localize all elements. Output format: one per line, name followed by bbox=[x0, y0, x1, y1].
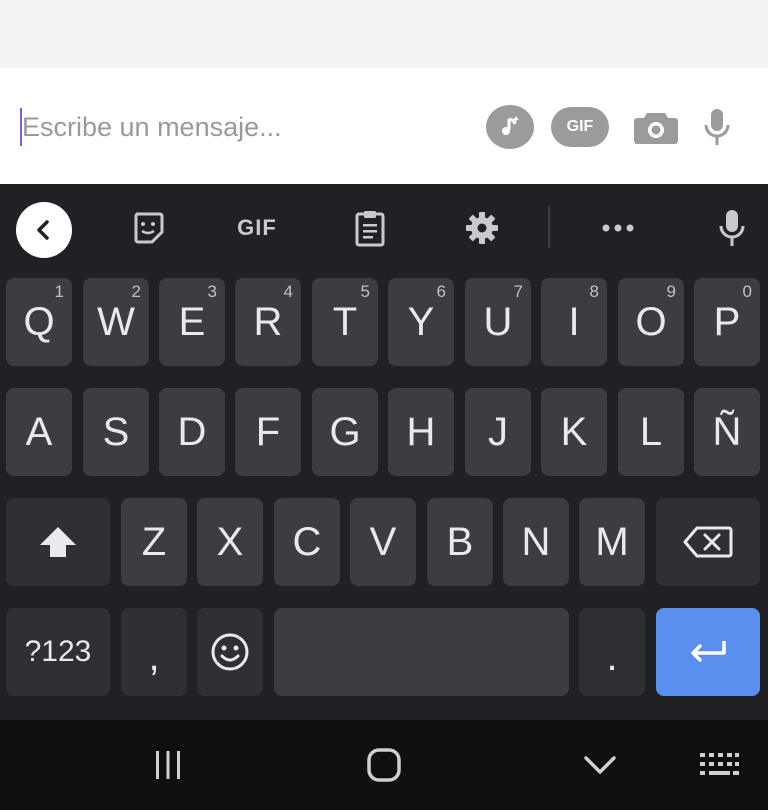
toolbar-divider bbox=[548, 206, 550, 248]
gif-button[interactable]: GIF bbox=[551, 107, 609, 147]
smiley-icon bbox=[211, 633, 249, 671]
key-hint: 0 bbox=[742, 282, 752, 301]
key-hint: 3 bbox=[207, 282, 217, 301]
backspace-key[interactable] bbox=[656, 498, 760, 586]
keyboard: GIF Q1 W2 E3 R4 T5 Y6 U7 I8 O9 P0 A S D … bbox=[0, 184, 768, 720]
key-q[interactable]: Q1 bbox=[6, 278, 72, 366]
key-hint: 8 bbox=[589, 282, 599, 301]
clipboard-icon[interactable] bbox=[350, 202, 390, 254]
comma-key[interactable]: , bbox=[121, 608, 187, 696]
enter-icon bbox=[691, 641, 726, 662]
backspace-icon bbox=[683, 526, 733, 558]
microphone-icon[interactable] bbox=[702, 105, 732, 149]
key-f[interactable]: F bbox=[235, 388, 301, 476]
key-o[interactable]: O9 bbox=[618, 278, 684, 366]
key-a[interactable]: A bbox=[6, 388, 72, 476]
recent-apps-icon[interactable] bbox=[146, 744, 190, 786]
gear-icon[interactable] bbox=[462, 202, 502, 254]
gif-tab[interactable]: GIF bbox=[228, 202, 286, 254]
music-icon[interactable] bbox=[486, 105, 534, 149]
key-label: W bbox=[97, 299, 135, 344]
key-j[interactable]: J bbox=[465, 388, 531, 476]
enter-key[interactable] bbox=[656, 608, 760, 696]
key-n-tilde[interactable]: Ñ bbox=[694, 388, 760, 476]
space-key[interactable] bbox=[274, 608, 569, 696]
shift-icon bbox=[40, 527, 76, 557]
key-w[interactable]: W2 bbox=[83, 278, 149, 366]
key-g[interactable]: G bbox=[312, 388, 378, 476]
message-input[interactable]: Escribe un mensaje... bbox=[22, 110, 282, 144]
emoji-key[interactable] bbox=[197, 608, 263, 696]
key-x[interactable]: X bbox=[197, 498, 263, 586]
key-u[interactable]: U7 bbox=[465, 278, 531, 366]
key-b[interactable]: B bbox=[427, 498, 493, 586]
key-label: Y bbox=[407, 299, 435, 344]
shift-key[interactable] bbox=[6, 498, 110, 586]
key-label: P bbox=[713, 299, 741, 344]
key-hint: 6 bbox=[436, 282, 446, 301]
system-navigation-bar bbox=[0, 720, 768, 810]
key-hint: 9 bbox=[666, 282, 676, 301]
home-icon[interactable] bbox=[362, 744, 406, 786]
camera-icon[interactable] bbox=[632, 105, 680, 149]
microphone-icon[interactable] bbox=[712, 202, 752, 254]
key-z[interactable]: Z bbox=[121, 498, 187, 586]
key-t[interactable]: T5 bbox=[312, 278, 378, 366]
back-chevron-icon[interactable] bbox=[578, 744, 622, 786]
key-l[interactable]: L bbox=[618, 388, 684, 476]
key-y[interactable]: Y6 bbox=[388, 278, 454, 366]
keyboard-toolbar: GIF bbox=[0, 184, 768, 272]
key-label: Q bbox=[23, 299, 55, 344]
symbols-key[interactable]: ?123 bbox=[6, 608, 110, 696]
key-label: U bbox=[483, 299, 513, 344]
key-s[interactable]: S bbox=[83, 388, 149, 476]
key-hint: 7 bbox=[513, 282, 523, 301]
sticker-icon[interactable] bbox=[126, 202, 170, 254]
key-n[interactable]: N bbox=[503, 498, 569, 586]
key-c[interactable]: C bbox=[274, 498, 340, 586]
key-v[interactable]: V bbox=[350, 498, 416, 586]
key-i[interactable]: I8 bbox=[541, 278, 607, 366]
chevron-left-icon[interactable] bbox=[16, 202, 72, 258]
key-p[interactable]: P0 bbox=[694, 278, 760, 366]
key-d[interactable]: D bbox=[159, 388, 225, 476]
key-h[interactable]: H bbox=[388, 388, 454, 476]
keyboard-icon[interactable] bbox=[696, 744, 742, 786]
key-hint: 5 bbox=[360, 282, 370, 301]
key-hint: 2 bbox=[131, 282, 141, 301]
key-r[interactable]: R4 bbox=[235, 278, 301, 366]
key-m[interactable]: M bbox=[579, 498, 645, 586]
key-label: E bbox=[178, 299, 206, 344]
key-label: I bbox=[568, 299, 580, 344]
key-e[interactable]: E3 bbox=[159, 278, 225, 366]
key-hint: 4 bbox=[283, 282, 293, 301]
key-k[interactable]: K bbox=[541, 388, 607, 476]
message-composer: Escribe un mensaje... GIF bbox=[0, 68, 768, 184]
key-hint: 1 bbox=[54, 282, 64, 301]
app-top-area bbox=[0, 0, 768, 68]
more-horizontal-icon[interactable] bbox=[596, 202, 640, 254]
period-key[interactable]: . bbox=[579, 608, 645, 696]
key-label: R bbox=[253, 299, 283, 344]
key-label: T bbox=[332, 299, 358, 344]
key-label: O bbox=[635, 299, 667, 344]
